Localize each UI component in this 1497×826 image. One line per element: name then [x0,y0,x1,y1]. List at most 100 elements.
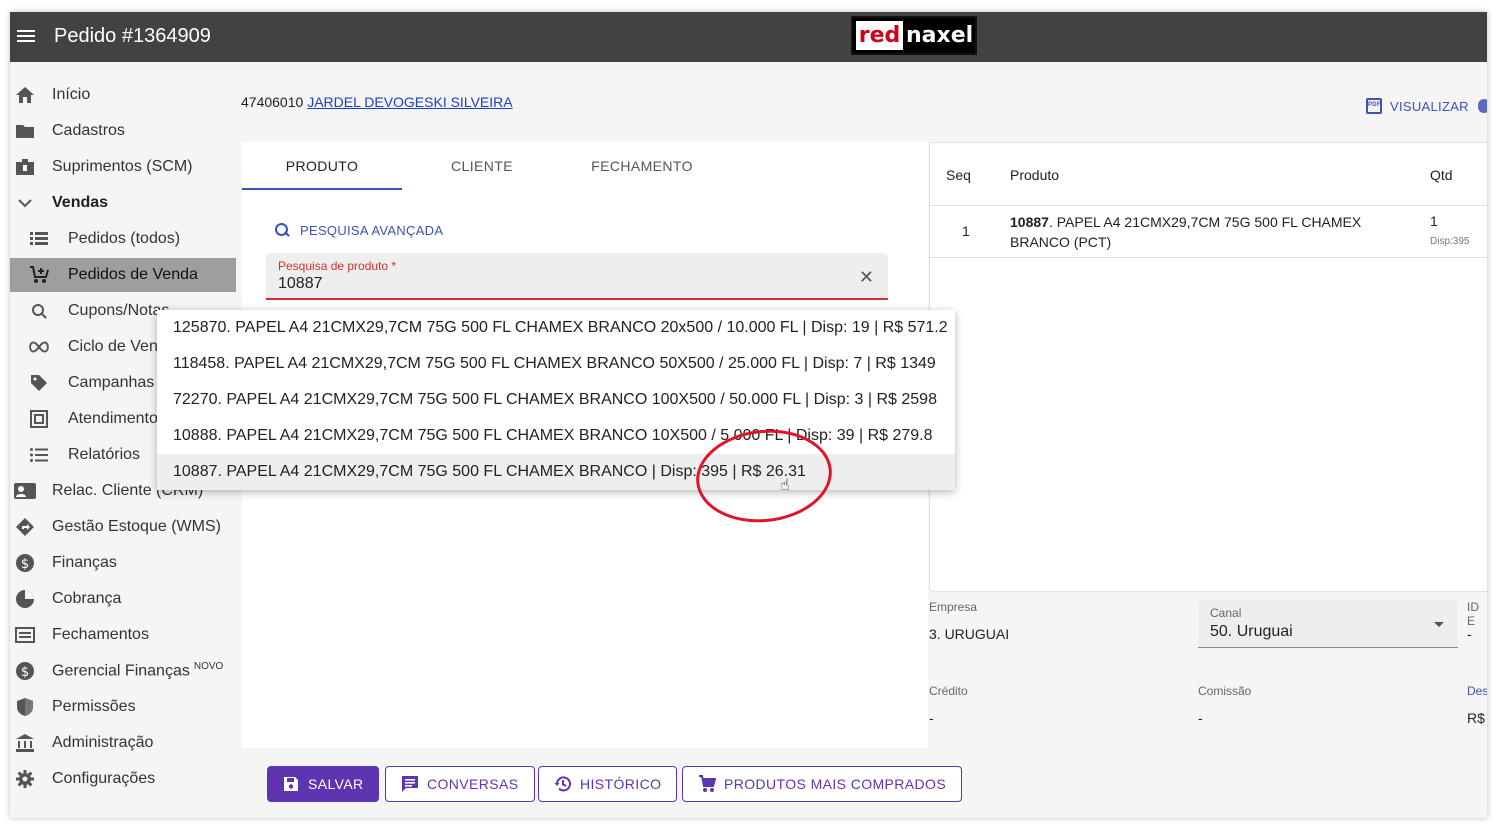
sidebar-item-label: Campanhas [68,374,155,391]
id-value: - [1467,626,1472,642]
credito-label: Crédito [929,684,968,698]
produtos-mais-comprados-button[interactable]: PRODUTOS MAIS COMPRADOS [682,766,963,802]
historico-label: HISTÓRICO [580,776,662,792]
logo-red-text: red [856,21,903,50]
produtos-mais-comprados-label: PRODUTOS MAIS COMPRADOS [724,776,947,792]
search-result-item[interactable]: 118458. PAPEL A4 21CMX29,7CM 75G 500 FL … [157,346,955,382]
canal-label: Canal [1210,606,1242,620]
search-result-item[interactable]: 125870. PAPEL A4 21CMX29,7CM 75G 500 FL … [157,310,955,346]
product-search-input[interactable]: 10887 [278,275,323,293]
client-name-link[interactable]: JARDEL DEVOGESKI SILVEIRA [307,94,512,110]
directions-icon [14,516,36,538]
sidebar-item-label: Gestão Estoque (WMS) [52,518,221,535]
cell-seq: 1 [962,223,970,239]
sidebar-item-wms[interactable]: Gestão Estoque (WMS) [10,510,236,544]
action-bar: SALVAR CONVERSAS HISTÓRICO PRODUTOS MAIS… [242,752,1487,818]
comissao-value: - [1198,710,1203,726]
desconto-value: R$ [1467,710,1485,726]
sidebar-item-label: Gerencial Finanças NOVO [52,661,223,680]
company-logo: red naxel [851,16,977,55]
tab-fechamento[interactable]: FECHAMENTO [562,142,722,190]
product-desc-line2: BRANCO (PCT) [1010,234,1112,250]
sidebar-item-label: Administração [52,734,154,751]
sidebar-item-label: Cadastros [52,122,125,139]
sidebar-item-label: Configurações [52,770,156,787]
column-header-qtd: Qtd [1430,167,1453,183]
visualizar-label: VISUALIZAR [1390,98,1469,114]
new-badge: NOVO [193,661,224,673]
sidebar-item-pedidos-todos[interactable]: Pedidos (todos) [10,222,236,256]
svg-text:$: $ [21,557,29,572]
column-header-produto: Produto [1010,167,1060,183]
clear-icon[interactable]: ✕ [859,267,874,288]
dollar-icon: $ [14,660,36,682]
column-header-seq: Seq [946,167,971,183]
shield-icon [14,696,36,718]
list-alt-icon [14,624,36,646]
tag-icon [28,372,50,394]
save-label: SALVAR [308,776,364,792]
bank-icon [14,732,36,754]
sidebar-item-cobranca[interactable]: Cobrança [10,582,236,616]
inbox-icon [28,408,50,430]
cell-qtd: 1 [1430,213,1438,229]
sidebar-item-label: Cupons/Notas [68,302,170,319]
list-bulleted-icon [28,444,50,466]
dollar-icon: $ [14,552,36,574]
sidebar-item-label: Início [52,86,91,103]
credito-value: - [929,710,934,726]
pie-chart-icon [14,588,36,610]
product-search-field[interactable]: Pesquisa de produto * 10887 ✕ [266,253,888,300]
svg-text:$: $ [21,665,29,680]
sidebar-item-inicio[interactable]: Início [10,78,236,112]
search-result-item-highlighted[interactable]: 10887. PAPEL A4 21CMX29,7CM 75G 500 FL C… [157,454,955,490]
sidebar-item-label: Pedidos (todos) [68,230,181,247]
tab-cliente[interactable]: CLIENTE [402,142,562,190]
advanced-search-button[interactable]: PESQUISA AVANÇADA [274,222,443,238]
sidebar-item-gerencial-financas[interactable]: $ Gerencial Finanças NOVO [10,654,236,688]
cart-icon [698,775,716,793]
theme-toggle-icon[interactable] [1478,99,1487,113]
sidebar-item-cadastros[interactable]: Cadastros [10,114,236,148]
historico-button[interactable]: HISTÓRICO [538,766,678,802]
canal-select[interactable]: Canal 50. Uruguai [1198,600,1458,648]
sidebar-item-financas[interactable]: $ Finanças [10,546,236,580]
infinity-icon [28,336,50,358]
sidebar-item-pedidos-de-venda[interactable]: Pedidos de Venda [10,258,236,292]
product-search-results: 125870. PAPEL A4 21CMX29,7CM 75G 500 FL … [157,310,955,490]
search-result-item[interactable]: 72270. PAPEL A4 21CMX29,7CM 75G 500 FL C… [157,382,955,418]
hamburger-menu-icon[interactable] [17,27,39,47]
canal-value: 50. Uruguai [1210,623,1293,640]
conversas-button[interactable]: CONVERSAS [385,766,535,802]
chat-icon [401,775,419,793]
search-icon [274,222,290,238]
product-code: 10887 [1010,214,1049,230]
receipt-search-icon [28,300,50,322]
sidebar-item-label: Vendas [52,194,109,211]
sidebar-item-vendas[interactable]: Vendas [10,186,236,220]
id-label: ID E [1467,600,1479,628]
sidebar-item-suprimentos[interactable]: Suprimentos (SCM) [10,150,236,184]
home-icon [14,84,36,106]
sidebar-item-label: Suprimentos (SCM) [52,158,193,175]
empresa-label: Empresa [929,600,978,614]
sidebar-item-permissoes[interactable]: Permissões [10,690,236,724]
sidebar-item-configuracoes[interactable]: Configurações [10,762,236,796]
cell-produto: 10887. PAPEL A4 21CMX29,7CM 75G 500 FL C… [1010,212,1380,252]
desconto-label: Desc [1467,684,1487,698]
header-divider [930,205,1487,206]
search-result-item[interactable]: 10888. PAPEL A4 21CMX29,7CM 75G 500 FL C… [157,418,955,454]
client-code: 47406010 [241,94,304,110]
save-button[interactable]: SALVAR [267,766,379,802]
sidebar-item-administracao[interactable]: Administração [10,726,236,760]
add-cart-icon [28,264,50,286]
tab-produto[interactable]: PRODUTO [242,142,402,190]
page-title: Pedido #1364909 [54,25,211,47]
list-icon [28,228,50,250]
advanced-search-label: PESQUISA AVANÇADA [300,222,444,238]
comissao-label: Comissão [1198,684,1252,698]
sidebar-item-fechamentos[interactable]: Fechamentos [10,618,236,652]
visualizar-button[interactable]: PDF VISUALIZAR [1366,98,1469,114]
client-info: 47406010 JARDEL DEVOGESKI SILVEIRA [241,94,513,110]
history-icon [554,775,572,793]
